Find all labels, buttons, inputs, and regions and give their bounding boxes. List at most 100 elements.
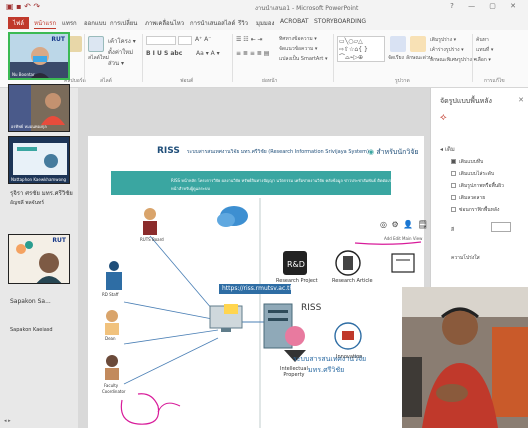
grow-font-icon[interactable]: A⁺ A⁻ bbox=[195, 36, 211, 43]
research-project-label: Research Project bbox=[276, 278, 318, 284]
fill-section-header[interactable]: ◂ เติม bbox=[440, 144, 455, 154]
participant-tile[interactable]: อรทิพย์ หมอนทองกุล bbox=[8, 84, 70, 132]
color-picker-button[interactable] bbox=[491, 222, 511, 232]
participant-tile[interactable]: RUT Nu Boontar bbox=[8, 32, 70, 80]
group-paragraph-label: ย่อหน้า bbox=[262, 78, 278, 84]
quick-access-toolbar[interactable]: ▣ ▪ ↶ ↷ bbox=[6, 2, 40, 11]
tab-view[interactable]: มุมมอง bbox=[256, 18, 274, 28]
participant-name: อรทิพย์ หมอนทองกุล bbox=[11, 124, 47, 129]
tab-transitions[interactable]: การเปลี่ยน bbox=[110, 18, 137, 28]
tab-home[interactable]: หน้าแรก bbox=[34, 18, 57, 29]
tab-review[interactable]: รีวิว bbox=[238, 18, 248, 28]
new-slide-icon[interactable] bbox=[88, 36, 104, 52]
tab-insert[interactable]: แทรก bbox=[62, 18, 77, 28]
participant-tile[interactable]: Nattaphon Kaewkhamwong bbox=[8, 136, 70, 184]
innovation-label: Innovation bbox=[336, 354, 363, 360]
ribbon-separator bbox=[84, 34, 85, 82]
arrange-button[interactable]: จัดเรียง bbox=[388, 54, 404, 62]
reset-button[interactable]: ตั้งค่าใหม่ bbox=[108, 47, 133, 57]
font-size-dropdown[interactable] bbox=[178, 36, 192, 45]
arrow-board bbox=[149, 235, 219, 317]
participant-label: Sapakon Sa... bbox=[10, 298, 51, 305]
close-icon[interactable]: ✕ bbox=[518, 96, 524, 104]
faculty-label: Faculty bbox=[104, 383, 119, 388]
slide-workspace[interactable]: RISS ระบบสารสนเทศงานวิจัย มทร.ศรีวิชัย (… bbox=[78, 88, 442, 428]
participant-label: Sapakon Kaeiasd bbox=[10, 327, 53, 333]
find-button[interactable]: ค้นหา bbox=[476, 36, 489, 44]
align-text-button[interactable]: จัดแนวข้อความ ▾ bbox=[279, 45, 317, 53]
presentation-icon bbox=[391, 253, 415, 273]
smartart-button[interactable]: แปลงเป็น SmartArt ▾ bbox=[279, 55, 327, 63]
font-color-icon[interactable]: Aa ▾ A ▾ bbox=[196, 50, 220, 57]
shape-effects-button[interactable]: ลักษณะพิเศษรูปร่าง ▾ bbox=[430, 56, 476, 64]
shape-fill-button[interactable]: เติมรูปร่าง ▾ bbox=[430, 36, 456, 44]
redo-icon[interactable]: ↷ bbox=[33, 2, 40, 11]
group-slides-label: สไลด์ bbox=[100, 78, 112, 84]
transparency-label: ความโปร่งใส bbox=[451, 255, 480, 261]
tab-file[interactable]: ไฟล์ bbox=[8, 17, 29, 29]
presenter-video[interactable] bbox=[402, 287, 528, 428]
layout-button[interactable]: เค้าโครง ▾ bbox=[108, 36, 136, 46]
shape-outline-button[interactable]: เค้าร่างรูปร่าง ▾ bbox=[430, 46, 464, 54]
tab-storyboarding[interactable]: STORYBOARDING bbox=[314, 18, 366, 25]
undo-icon[interactable]: ↶ bbox=[24, 2, 31, 11]
select-button[interactable]: เลือก ▾ bbox=[476, 56, 491, 64]
arrow-dean bbox=[123, 329, 219, 345]
system-label-2: มทร.ศรีวิชัย bbox=[308, 366, 345, 374]
research-project-icon: R&D bbox=[283, 251, 307, 275]
tab-design[interactable]: ออกแบบ bbox=[84, 18, 106, 28]
ribbon: คลิปบอร์ด สไลด์ใหม่ เค้าโครง ▾ ตั้งค่าให… bbox=[0, 30, 528, 88]
font-format-buttons[interactable]: B I U S abc bbox=[146, 50, 182, 57]
participant-label: อัญชลี พลจันทร์ bbox=[10, 200, 44, 206]
quick-styles-button[interactable]: ลักษณะด่วน bbox=[406, 54, 432, 62]
bullets-icon[interactable]: ☰ ☷ ⇤ ⇥ bbox=[236, 36, 263, 43]
title-bar: ▣ ▪ ↶ ↷ งานนำเสนอ1 - Microsoft PowerPoin… bbox=[0, 0, 528, 15]
align-icon[interactable]: ≡ ≣ ≡ ≣ ▤ bbox=[236, 50, 269, 57]
new-slide-button[interactable]: สไลด์ใหม่ bbox=[88, 54, 109, 62]
option-hide-graphics[interactable]: ซ่อนกราฟิกพื้นหลัง bbox=[459, 206, 499, 214]
slide-canvas[interactable]: RISS ระบบสารสนเทศงานวิจัย มทร.ศรีวิชัย (… bbox=[88, 136, 442, 428]
window-buttons[interactable]: ? — ▢ ✕ bbox=[450, 2, 522, 10]
tab-animations[interactable]: ภาพเคลื่อนไหว bbox=[145, 18, 184, 28]
research-article-icon bbox=[335, 250, 361, 276]
arrange-icon[interactable] bbox=[390, 36, 406, 52]
replace-button[interactable]: แทนที่ ▾ bbox=[476, 46, 493, 54]
radio-solid-fill[interactable] bbox=[451, 159, 456, 164]
ribbon-separator bbox=[333, 34, 334, 82]
radio-gradient-fill[interactable] bbox=[451, 171, 456, 176]
participant-tile[interactable]: RUT bbox=[8, 234, 70, 284]
group-font-label: ฟอนต์ bbox=[180, 78, 194, 84]
checkbox-hide-graphics[interactable] bbox=[451, 207, 456, 212]
faculty-icon bbox=[105, 355, 119, 380]
text-direction-button[interactable]: ทิศทางข้อความ ▾ bbox=[279, 35, 317, 43]
status-bar-text: ◂ ▸ bbox=[4, 418, 11, 424]
dean-icon bbox=[105, 310, 119, 335]
font-name-dropdown[interactable] bbox=[146, 36, 176, 45]
save-icon[interactable]: ▪ bbox=[16, 2, 21, 11]
radio-picture-fill[interactable] bbox=[451, 183, 456, 188]
tab-slideshow[interactable]: การนำเสนอสไลด์ bbox=[190, 18, 235, 28]
group-editing-label: การแก้ไข bbox=[484, 78, 505, 84]
participant-label: รุจิรา ศรชัย มทร.ศรีวิชัย bbox=[10, 190, 73, 197]
option-picture-fill[interactable]: เติมรูปภาพหรือพื้นผิว bbox=[459, 182, 504, 190]
section-button[interactable]: ส่วน ▾ bbox=[108, 58, 124, 68]
option-gradient-fill[interactable]: เติมแบบไล่ระดับ bbox=[459, 170, 494, 178]
radio-pattern-fill[interactable] bbox=[451, 195, 456, 200]
tab-acrobat[interactable]: ACROBAT bbox=[280, 18, 309, 25]
option-solid-fill[interactable]: เติมแบบทึบ bbox=[459, 158, 483, 166]
quick-styles-icon[interactable] bbox=[410, 36, 426, 52]
shapes-gallery[interactable]: ▭╲○▱△ ⇨⇧☆⌂{ } ⌒⌓⌁▷⊕ bbox=[337, 36, 385, 62]
option-pattern-fill[interactable]: เติมลวดลาย bbox=[459, 194, 485, 202]
paint-bucket-icon[interactable]: ⟡ bbox=[440, 112, 447, 123]
ruts-board-icon bbox=[143, 208, 157, 235]
pane-title: จัดรูปแบบพื้นหลัง bbox=[440, 97, 492, 105]
cloud-icon bbox=[217, 206, 248, 227]
coordinator-label: Coordinator bbox=[102, 389, 126, 394]
computer-icon bbox=[209, 304, 243, 332]
group-drawing-label: รูปวาด bbox=[395, 78, 410, 84]
participant-name: Nu Boontar bbox=[12, 72, 35, 77]
pen-underline-annotation bbox=[354, 241, 422, 245]
pen-circle-annotation bbox=[120, 393, 160, 425]
presenter-video-frame bbox=[402, 287, 528, 428]
rd-staff-icon bbox=[106, 261, 122, 290]
